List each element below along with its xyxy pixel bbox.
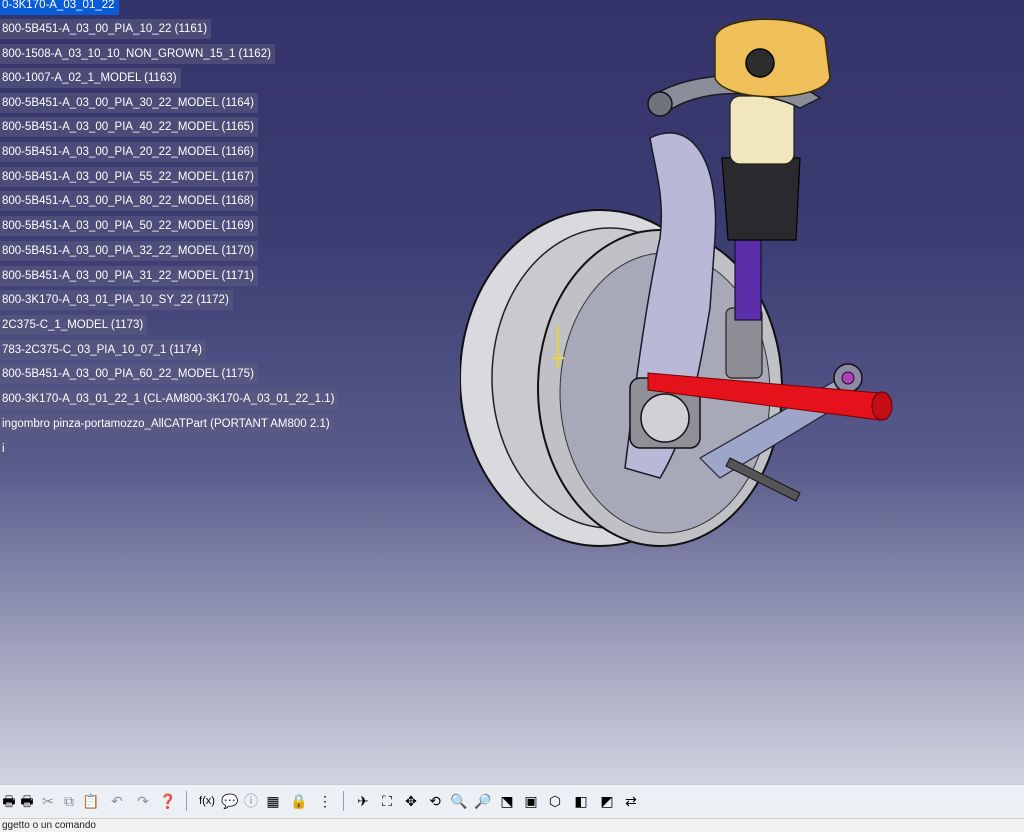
tree-item[interactable]: 800-5B451-A_03_00_PIA_32_22_MODEL (1170) [0,241,258,261]
3d-viewport[interactable]: 0-3K170-A_03_01_22 800-5B451-A_03_00_PIA… [0,0,1024,784]
copy-icon[interactable]: ⧉ [60,792,78,810]
drive-shaft-end [871,391,893,421]
tree-item[interactable]: ingombro pinza-portamozzo_AllCATPart (PO… [0,414,334,434]
toolbar-separator [343,791,344,811]
shading-icon[interactable]: ◧ [572,792,590,810]
tree-item[interactable]: 800-3K170-A_03_01_PIA_10_SY_22 (1172) [0,290,233,310]
damper-rod [734,239,762,321]
tree-item[interactable]: 800-5B451-A_03_00_PIA_55_22_MODEL (1167) [0,167,258,187]
tree-item[interactable]: 800-5B451-A_03_00_PIA_50_22_MODEL (1169) [0,216,258,236]
tree-item[interactable]: 783-2C375-C_03_PIA_10_07_1 (1174) [0,340,206,360]
command-prompt: ggetto o un comando [2,820,96,831]
hide-show-icon[interactable]: ◩ [598,792,616,810]
zoom-out-icon[interactable]: 🔎 [474,792,492,810]
fly-mode-icon[interactable]: ✈ [354,792,372,810]
upper-arm-bushing [647,91,673,117]
suspension-3d-model[interactable] [460,8,910,553]
cut-icon[interactable]: ✂ [39,792,57,810]
hub [640,393,690,443]
multi-view-icon[interactable]: ▣ [522,792,540,810]
print-icon[interactable]: 🖶 [0,792,18,810]
rotate-icon[interactable]: ⟲ [426,792,444,810]
toolbar-separator [186,791,187,811]
top-mount-port [745,48,775,78]
tree-item[interactable]: 800-1508-A_03_10_10_NON_GROWN_15_1 (1162… [0,44,275,64]
tree-item[interactable]: 800-5B451-A_03_00_PIA_20_22_MODEL (1166) [0,142,258,162]
lock-icon[interactable]: 🔒 [290,792,308,810]
info-icon[interactable]: ⓘ [242,792,260,810]
bottom-toolbar: 🖶 🖶 ✂ ⧉ 📋 ↶ ↷ ❓ f(x) 💬 ⓘ ▦ 🔒 ⋮ ✈ ⛶ ✥ ⟲ 🔍… [0,784,1024,818]
whats-this-icon[interactable]: ❓ [159,792,177,810]
print-icon-2[interactable]: 🖶 [18,792,36,810]
tree-item[interactable]: 800-5B451-A_03_00_PIA_10_22 (1161) [0,19,212,39]
redo-icon[interactable]: ↷ [134,792,152,810]
iso-view-icon[interactable]: ⬡ [546,792,564,810]
tree-expand-icon[interactable]: ⋮ [316,792,334,810]
zoom-in-icon[interactable]: 🔍 [450,792,468,810]
knowledge-icon[interactable]: 💬 [221,792,239,810]
tree-item[interactable]: 800-5B451-A_03_00_PIA_80_22_MODEL (1168) [0,191,258,211]
tree-item[interactable]: 800-5B451-A_03_00_PIA_31_22_MODEL (1171) [0,266,258,286]
air-bellows [721,157,801,241]
tree-item[interactable]: 0-3K170-A_03_01_22 [0,0,119,15]
table-icon[interactable]: ▦ [264,792,282,810]
status-bar: ggetto o un comando [0,818,1024,832]
tree-item[interactable]: 800-5B451-A_03_00_PIA_60_22_MODEL (1175) [0,364,258,384]
normal-view-icon[interactable]: ⬔ [498,792,516,810]
tree-item[interactable]: 800-5B451-A_03_00_PIA_30_22_MODEL (1164) [0,93,258,113]
tree-item[interactable]: 800-5B451-A_03_00_PIA_40_22_MODEL (1165) [0,117,258,137]
tree-item[interactable]: 2C375-C_1_MODEL (1173) [0,315,148,335]
paste-icon[interactable]: 📋 [82,792,100,810]
tree-item[interactable]: i [0,439,9,459]
fit-all-icon[interactable]: ⛶ [378,792,396,810]
pan-icon[interactable]: ✥ [402,792,420,810]
formula-icon[interactable]: f(x) [196,792,218,810]
undo-icon[interactable]: ↶ [108,792,126,810]
air-spring-sleeve [729,95,795,165]
tree-item[interactable]: 800-1007-A_02_1_MODEL (1163) [0,68,181,88]
tree-item[interactable]: 800-3K170-A_03_01_22_1 (CL-AM800-3K170-A… [0,389,339,409]
bushing-center [841,371,855,385]
swap-space-icon[interactable]: ⇄ [622,792,640,810]
